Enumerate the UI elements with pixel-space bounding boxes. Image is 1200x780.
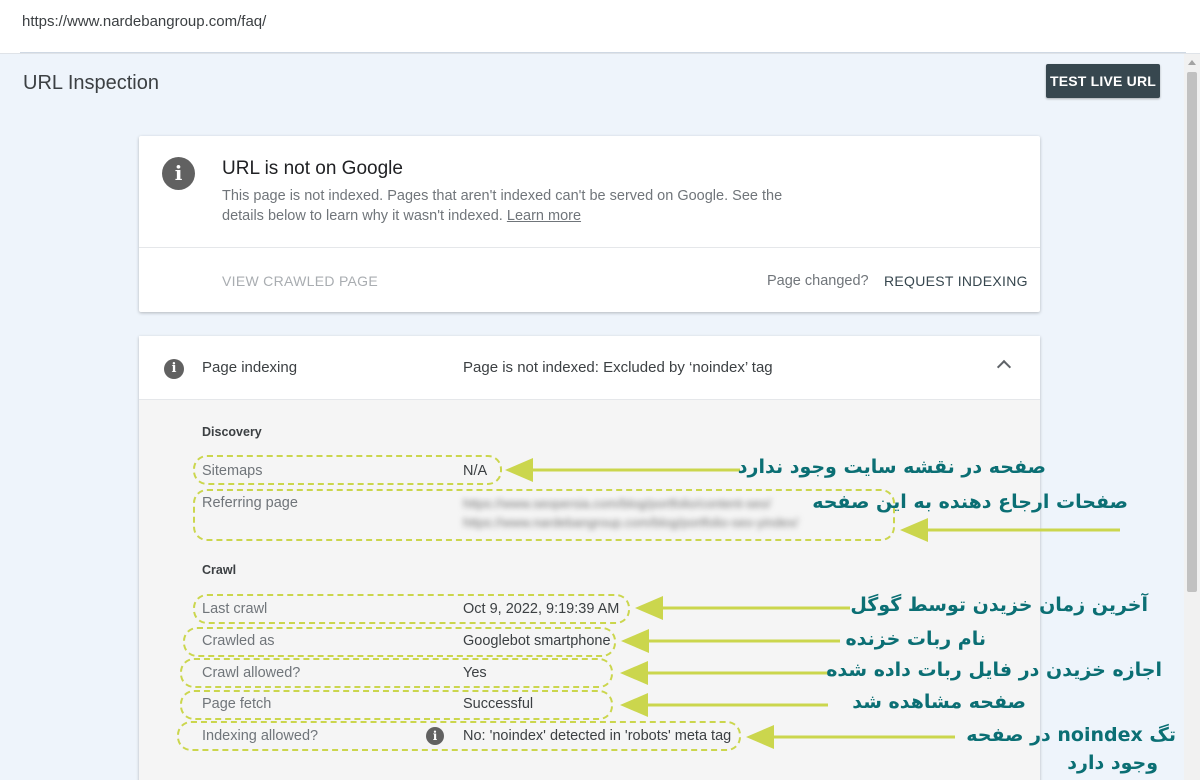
annotation-referring: صفحات ارجاع دهنده به این صفحه <box>812 491 1128 513</box>
arrow-crawl-allowed <box>620 661 648 685</box>
arrow-sitemap <box>505 458 533 482</box>
arrow-last-crawl <box>635 596 663 620</box>
annotation-last-crawl: آخرین زمان خزیدن توسط گوگل <box>850 594 1148 616</box>
arrow-indexing-allowed <box>746 725 774 749</box>
arrow-referring <box>900 518 928 542</box>
annotation-crawl-allowed: اجازه خزیدن در فایل ربات داده شده <box>826 659 1162 681</box>
annotation-sitemap: صفحه در نقشه سایت وجود ندارد <box>737 456 1046 478</box>
annotation-page-fetch: صفحه مشاهده شد <box>852 691 1026 713</box>
arrow-crawled-as <box>621 629 649 653</box>
annotation-crawled-as: نام ربات خزنده <box>845 628 986 650</box>
arrow-page-fetch <box>620 693 648 717</box>
annotation-noindex-line2: وجود دارد <box>1067 752 1158 774</box>
annotation-noindex-line1: تگ noindex در صفحه <box>966 724 1176 746</box>
